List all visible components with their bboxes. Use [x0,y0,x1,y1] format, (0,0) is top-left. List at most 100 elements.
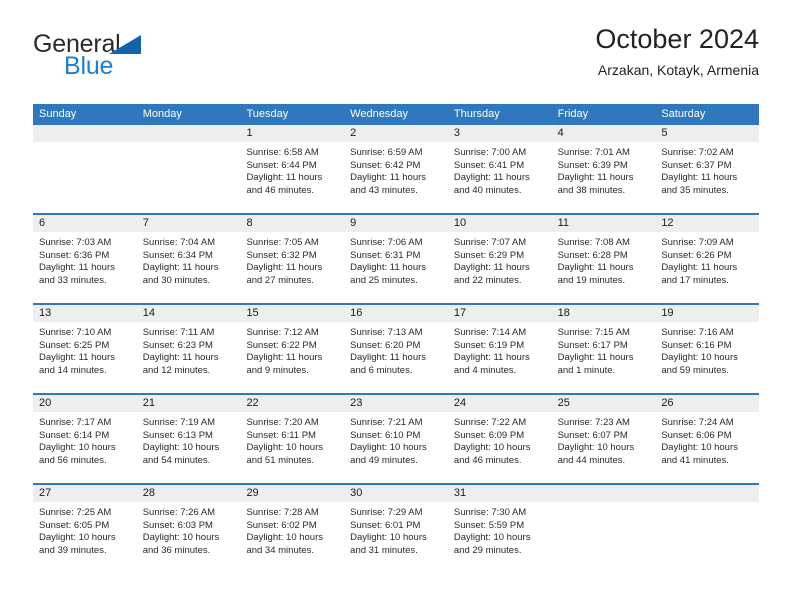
calendar-week-cells: 20 Sunrise: 7:17 AM Sunset: 6:14 PM Dayligh… [33,395,760,483]
day-number: 5 [655,125,760,142]
day-number: 3 [447,125,552,142]
day-cell[interactable]: 6 Sunrise: 7:03 AM Sunset: 6:36 PM Daylight… [33,215,137,303]
day-cell[interactable]: 18 Sunrise: 7:15 AM Sunset: 6:17 PM Dayligh… [551,305,656,393]
sunset-text: Sunset: 6:19 PM [453,339,525,351]
day-number: 8 [240,215,345,232]
day-cell[interactable]: 16 Sunrise: 7:13 AM Sunset: 6:20 PM Dayligh… [344,305,448,393]
sunrise-text: Sunrise: 7:30 AM [453,507,527,518]
day-number: 15 [240,305,345,322]
daylight-text: Daylight: 10 hours and 29 minutes. [453,532,531,556]
day-cell[interactable]: 8 Sunrise: 7:05 AM Sunset: 6:32 PM Daylight… [240,215,345,303]
day-cell[interactable]: 22 Sunrise: 7:20 AM Sunset: 6:11 PM Dayligh… [240,395,345,483]
sunset-text: Sunset: 6:41 PM [453,159,525,171]
day-cell[interactable]: 9 Sunrise: 7:06 AM Sunset: 6:31 PM Daylight… [344,215,448,303]
title-block: October 2024 Arzakan, Kotayk, Armenia [595,22,759,81]
sunrise-text: Sunrise: 7:13 AM [350,327,423,338]
day-cell[interactable]: 27 Sunrise: 7:25 AM Sunset: 6:05 PM Dayligh… [33,485,137,573]
day-of-week-thursday: Thursday [453,108,500,120]
sunrise-text: Sunrise: 7:28 AM [246,507,319,518]
day-cell[interactable]: 30 Sunrise: 7:29 AM Sunset: 6:01 PM Dayligh… [344,485,448,573]
day-of-week-tuesday: Tuesday [246,108,289,120]
daylight-text: Daylight: 11 hours and 9 minutes. [246,352,323,376]
day-cell[interactable]: 10 Sunrise: 7:07 AM Sunset: 6:29 PM Dayligh… [447,215,552,303]
day-cell[interactable]: 14 Sunrise: 7:11 AM Sunset: 6:23 PM Dayligh… [136,305,241,393]
sunset-text: Sunset: 5:59 PM [453,519,525,531]
day-cell[interactable]: 19 Sunrise: 7:16 AM Sunset: 6:16 PM Dayligh… [655,305,760,393]
day-cell[interactable]: 2 Sunrise: 6:59 AM Sunset: 6:42 PM Daylight… [344,125,448,213]
sunset-text: Sunset: 6:07 PM [557,429,628,441]
day-cell[interactable]: 24 Sunrise: 7:22 AM Sunset: 6:09 PM Dayligh… [447,395,552,483]
day-cell[interactable]: 23 Sunrise: 7:21 AM Sunset: 6:10 PM Dayligh… [344,395,448,483]
day-number [655,485,760,502]
daylight-text: Daylight: 10 hours and 41 minutes. [661,442,738,466]
day-cell-empty [33,125,137,213]
daylight-text: Daylight: 11 hours and 43 minutes. [350,172,427,196]
day-details: Sunrise: 7:30 AM Sunset: 5:59 PM Daylight:… [448,502,552,557]
sunrise-text: Sunrise: 7:20 AM [246,417,319,428]
day-cell[interactable]: 3 Sunrise: 7:00 AM Sunset: 6:41 PM Daylight… [447,125,552,213]
day-details: Sunrise: 7:22 AM Sunset: 6:09 PM Daylight:… [448,412,552,467]
sunrise-text: Sunrise: 7:06 AM [350,237,423,248]
day-number [33,125,137,142]
day-number: 27 [33,485,137,502]
day-cell[interactable]: 12 Sunrise: 7:09 AM Sunset: 6:26 PM Dayligh… [655,215,760,303]
day-of-week-header: Sunday Monday Tuesday Wednesday Thursday Frid… [33,104,759,125]
day-cell[interactable]: 26 Sunrise: 7:24 AM Sunset: 6:06 PM Dayligh… [655,395,760,483]
day-number: 18 [551,305,656,322]
calendar-week-cells: 6 Sunrise: 7:03 AM Sunset: 6:36 PM Daylight… [33,215,760,303]
day-number: 24 [447,395,552,412]
day-details: Sunrise: 7:29 AM Sunset: 6:01 PM Daylight:… [344,502,448,557]
day-cell[interactable]: 7 Sunrise: 7:04 AM Sunset: 6:34 PM Daylight… [136,215,241,303]
day-cell[interactable]: 15 Sunrise: 7:12 AM Sunset: 6:22 PM Dayligh… [240,305,345,393]
calendar-week-row: 27 Sunrise: 7:25 AM Sunset: 6:05 PM Dayligh… [33,483,760,573]
sunrise-text: Sunrise: 7:23 AM [557,417,630,428]
day-number: 16 [344,305,448,322]
day-cell[interactable]: 29 Sunrise: 7:28 AM Sunset: 6:02 PM Dayligh… [240,485,345,573]
sunset-text: Sunset: 6:44 PM [246,159,317,171]
day-details: Sunrise: 7:06 AM Sunset: 6:31 PM Daylight:… [344,232,448,287]
day-cell[interactable]: 31 Sunrise: 7:30 AM Sunset: 5:59 PM Dayligh… [447,485,552,573]
day-cell[interactable]: 5 Sunrise: 7:02 AM Sunset: 6:37 PM Daylight… [655,125,760,213]
sunrise-text: Sunrise: 7:10 AM [39,327,112,338]
day-cell[interactable]: 25 Sunrise: 7:23 AM Sunset: 6:07 PM Dayligh… [551,395,656,483]
logo-triangle-icon [109,35,141,54]
day-number: 13 [33,305,137,322]
daylight-text: Daylight: 11 hours and 30 minutes. [142,262,219,286]
sunrise-sunset-calendar: Sunday Monday Tuesday Wednesday Thursday Frid… [33,104,760,573]
day-details: Sunrise: 7:08 AM Sunset: 6:28 PM Daylight:… [552,232,656,287]
daylight-text: Daylight: 10 hours and 59 minutes. [661,352,738,376]
day-cell[interactable]: 17 Sunrise: 7:14 AM Sunset: 6:19 PM Dayligh… [447,305,552,393]
day-number: 29 [240,485,345,502]
sunset-text: Sunset: 6:31 PM [350,249,421,261]
daylight-text: Daylight: 10 hours and 54 minutes. [142,442,220,466]
sunrise-text: Sunrise: 7:26 AM [142,507,216,518]
logo-text-blue: Blue [64,52,114,80]
day-cell[interactable]: 11 Sunrise: 7:08 AM Sunset: 6:28 PM Dayligh… [551,215,656,303]
day-number: 14 [136,305,241,322]
daylight-text: Daylight: 11 hours and 25 minutes. [350,262,427,286]
daylight-text: Daylight: 10 hours and 31 minutes. [350,532,427,556]
day-details: Sunrise: 7:07 AM Sunset: 6:29 PM Daylight:… [448,232,552,287]
day-number: 22 [240,395,345,412]
day-cell[interactable]: 4 Sunrise: 7:01 AM Sunset: 6:39 PM Daylight… [551,125,656,213]
sunrise-text: Sunrise: 7:29 AM [350,507,423,518]
daylight-text: Daylight: 11 hours and 6 minutes. [350,352,427,376]
day-details: Sunrise: 7:03 AM Sunset: 6:36 PM Daylight:… [33,232,137,287]
day-details: Sunrise: 7:19 AM Sunset: 6:13 PM Daylight:… [137,412,241,467]
day-cell[interactable]: 28 Sunrise: 7:26 AM Sunset: 6:03 PM Dayligh… [136,485,241,573]
calendar-week-row: 13 Sunrise: 7:10 AM Sunset: 6:25 PM Dayligh… [33,303,760,393]
day-cell-empty [655,485,760,573]
generalblue-logo[interactable]: General Blue [33,30,263,86]
sunrise-text: Sunrise: 7:22 AM [453,417,527,428]
calendar-week-row: 6 Sunrise: 7:03 AM Sunset: 6:36 PM Daylight… [33,213,760,303]
day-cell[interactable]: 21 Sunrise: 7:19 AM Sunset: 6:13 PM Dayligh… [136,395,241,483]
day-number: 7 [136,215,241,232]
daylight-text: Daylight: 11 hours and 14 minutes. [39,352,115,376]
day-cell[interactable]: 1 Sunrise: 6:58 AM Sunset: 6:44 PM Daylight… [240,125,345,213]
sunrise-text: Sunrise: 7:25 AM [39,507,112,518]
day-cell[interactable]: 13 Sunrise: 7:10 AM Sunset: 6:25 PM Dayligh… [33,305,137,393]
day-cell[interactable]: 20 Sunrise: 7:17 AM Sunset: 6:14 PM Dayligh… [33,395,137,483]
calendar-week-row: 1 Sunrise: 6:58 AM Sunset: 6:44 PM Daylight… [33,125,760,213]
sunset-text: Sunset: 6:20 PM [350,339,421,351]
day-number: 17 [447,305,552,322]
